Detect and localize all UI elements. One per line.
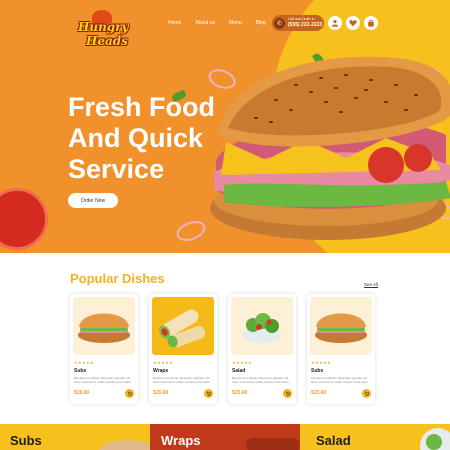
call-to-order[interactable]: ✆ Call and Order in (555) 222-2223 [272,15,324,31]
brand-line-2: Heads [86,34,128,48]
dish-name: Salad [232,368,246,374]
call-number: (555) 222-2223 [288,21,323,28]
tomato-slice-decor [0,188,48,250]
dish-card-wraps[interactable]: ★★★★★ Wraps Burrata cum dictum bibendum … [149,294,217,404]
dish-name: Wraps [153,368,169,374]
category-strip-salad[interactable]: Salad [300,424,450,450]
hero-heading: Fresh Food And Quick Service [68,92,268,185]
dish-price: $15.60 [311,390,327,396]
add-to-cart-icon[interactable] [362,389,371,398]
category-label: Wraps [161,433,201,448]
main-nav: Home About us Menu Blog [168,20,266,26]
dish-card-subs[interactable]: ★★★★★ Subs Burrata cum dictum bibendum g… [307,294,375,404]
add-to-cart-icon[interactable] [125,389,134,398]
dish-rating: ★★★★★ [74,360,94,365]
dish-rating: ★★★★★ [311,360,331,365]
order-now-button[interactable]: Order Now [68,193,118,208]
category-image [246,438,300,450]
category-image [420,428,450,450]
hero-section: Hungry Heads Home About us Menu Blog ✆ C… [0,0,450,253]
dish-image [73,297,135,355]
user-icon[interactable] [328,16,342,30]
brand-line-1: Hungry [78,20,129,34]
hero-title-line-3: Service [68,154,165,184]
dish-image [231,297,293,355]
dish-name: Subs [311,368,324,374]
nav-home[interactable]: Home [168,20,181,26]
nav-blog[interactable]: Blog [256,20,266,26]
nav-menu[interactable]: Menu [229,20,242,26]
bag-icon[interactable] [364,16,378,30]
page: Hungry Heads Home About us Menu Blog ✆ C… [0,0,450,450]
popular-dishes-title: Popular Dishes [70,271,165,286]
dish-price: $15.60 [74,390,90,396]
popular-dishes-list: ★★★★★ Subs Burrata cum dictum bibendum g… [70,294,375,404]
see-all-link[interactable]: See All [364,282,378,287]
dish-name: Subs [74,368,87,374]
category-label: Subs [10,433,42,448]
hero-title-line-1: Fresh Food [68,92,215,122]
dish-description: Burrata cum dictum bibendum gravida, eli… [232,376,290,384]
add-to-cart-icon[interactable] [283,389,292,398]
brand-logo[interactable]: Hungry Heads [78,10,129,50]
dish-image [310,297,372,355]
dish-card-subs[interactable]: ★★★★★ Subs Burrata cum dictum bibendum g… [70,294,138,404]
dish-description: Burrata cum dictum bibendum gravida, eli… [74,376,132,384]
category-strip-wraps[interactable]: Wraps [150,424,300,450]
category-strip-subs[interactable]: Subs [0,424,150,450]
dish-rating: ★★★★★ [232,360,252,365]
dish-price: $15.60 [232,390,248,396]
dish-description: Burrata cum dictum bibendum gravida, eli… [311,376,369,384]
hero-title-line-2: And Quick [68,123,204,153]
phone-icon: ✆ [274,17,285,29]
dish-price: $15.60 [153,390,169,396]
dish-image [152,297,214,355]
dish-card-salad[interactable]: ★★★★★ Salad Burrata cum dictum bibendum … [228,294,296,404]
category-label: Salad [316,433,351,448]
dish-description: Burrata cum dictum bibendum gravida, eli… [153,376,211,384]
add-to-cart-icon[interactable] [204,389,213,398]
dish-rating: ★★★★★ [153,360,173,365]
heart-icon[interactable] [346,16,360,30]
category-image [100,440,150,450]
nav-about-us[interactable]: About us [195,20,215,26]
